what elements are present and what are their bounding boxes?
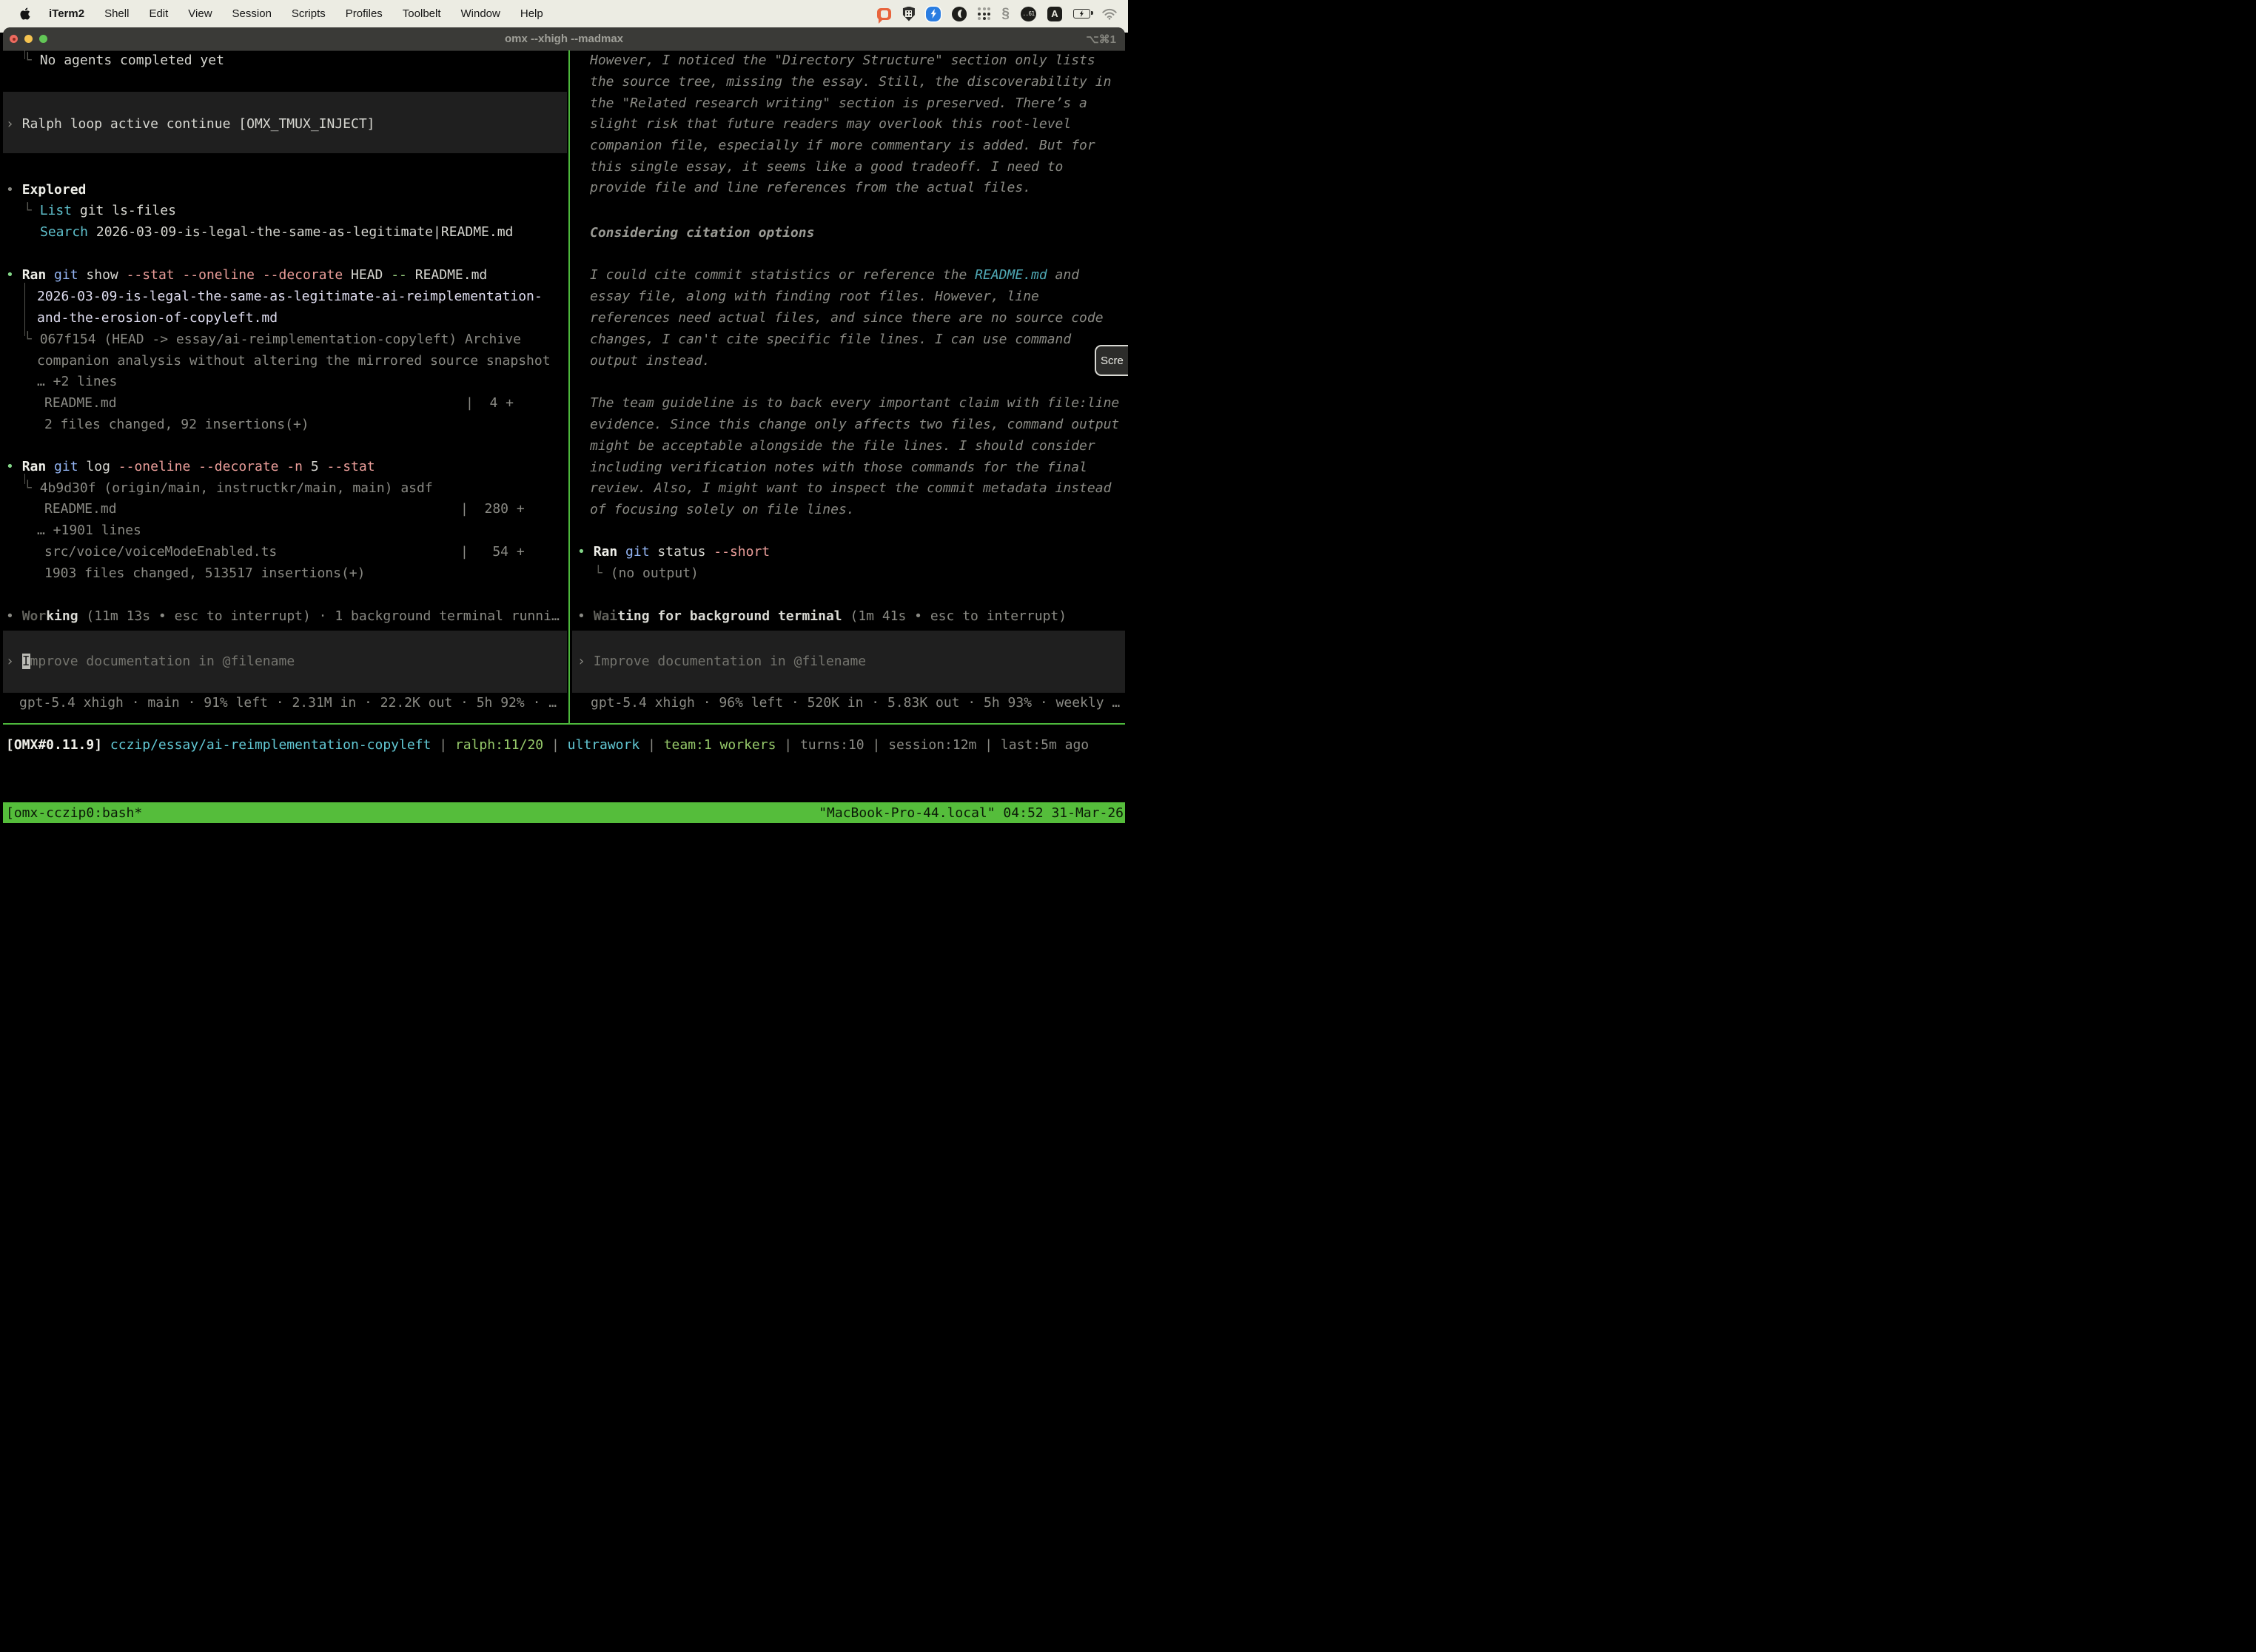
tmux-session-label[interactable]: [omx-cczip0:bash* bbox=[6, 805, 142, 821]
tmux-status-bar: [omx-cczip0:bash* "MacBook-Pro-44.local"… bbox=[3, 802, 1125, 823]
menu-item-help[interactable]: Help bbox=[520, 7, 543, 20]
left-input-box[interactable] bbox=[3, 631, 567, 693]
percent-badge-icon[interactable]: ..61 bbox=[1021, 7, 1036, 21]
pane-divider-vertical[interactable] bbox=[568, 50, 570, 723]
menu-item-window[interactable]: Window bbox=[461, 7, 500, 20]
window-shortcut-badge: ⌥⌘1 bbox=[1086, 27, 1116, 50]
c-logo-icon[interactable] bbox=[952, 7, 967, 21]
menu-status-icons: § ..61 A bbox=[877, 0, 1118, 27]
screen: iTerm2 Shell Edit View Session Scripts Profile… bbox=[0, 0, 1128, 826]
dots-grid-icon[interactable] bbox=[978, 7, 990, 20]
zap-app-icon[interactable] bbox=[926, 7, 941, 21]
tree-connector bbox=[24, 50, 25, 59]
menu-item-iterm2[interactable]: iTerm2 bbox=[49, 7, 84, 20]
battery-icon[interactable] bbox=[1073, 9, 1090, 19]
tmux-host-clock: "MacBook-Pro-44.local" 04:52 31-Mar-26 bbox=[819, 805, 1124, 821]
shield-app-icon[interactable] bbox=[902, 7, 915, 21]
menu-item-scripts[interactable]: Scripts bbox=[292, 7, 326, 20]
tree-connector bbox=[24, 474, 25, 484]
chat-app-icon[interactable] bbox=[877, 8, 891, 20]
screenshot-tooltip[interactable]: Scre bbox=[1095, 345, 1128, 376]
wifi-icon[interactable] bbox=[1101, 7, 1118, 20]
tree-connector bbox=[24, 283, 25, 336]
title-bar: omx --xhigh --madmax ⌥⌘1 bbox=[3, 27, 1125, 51]
pane-divider-horizontal bbox=[3, 723, 1125, 725]
menu-bar: iTerm2 Shell Edit View Session Scripts Profile… bbox=[0, 0, 1128, 27]
hook-icon[interactable]: § bbox=[1001, 7, 1010, 21]
apple-menu-icon[interactable] bbox=[19, 7, 31, 21]
window-title: omx --xhigh --madmax bbox=[3, 27, 1125, 50]
menu-item-profiles[interactable]: Profiles bbox=[346, 7, 383, 20]
menu-item-shell[interactable]: Shell bbox=[104, 7, 129, 20]
menu-item-view[interactable]: View bbox=[188, 7, 212, 20]
right-input-box[interactable] bbox=[572, 631, 1125, 693]
menu-item-edit[interactable]: Edit bbox=[149, 7, 168, 20]
ralph-loop-box bbox=[3, 92, 567, 153]
menu-item-session[interactable]: Session bbox=[232, 7, 272, 20]
menu-item-toolbelt[interactable]: Toolbelt bbox=[403, 7, 441, 20]
menu-items: iTerm2 Shell Edit View Session Scripts Profile… bbox=[49, 7, 543, 20]
keyboard-layout-icon[interactable]: A bbox=[1047, 7, 1062, 21]
